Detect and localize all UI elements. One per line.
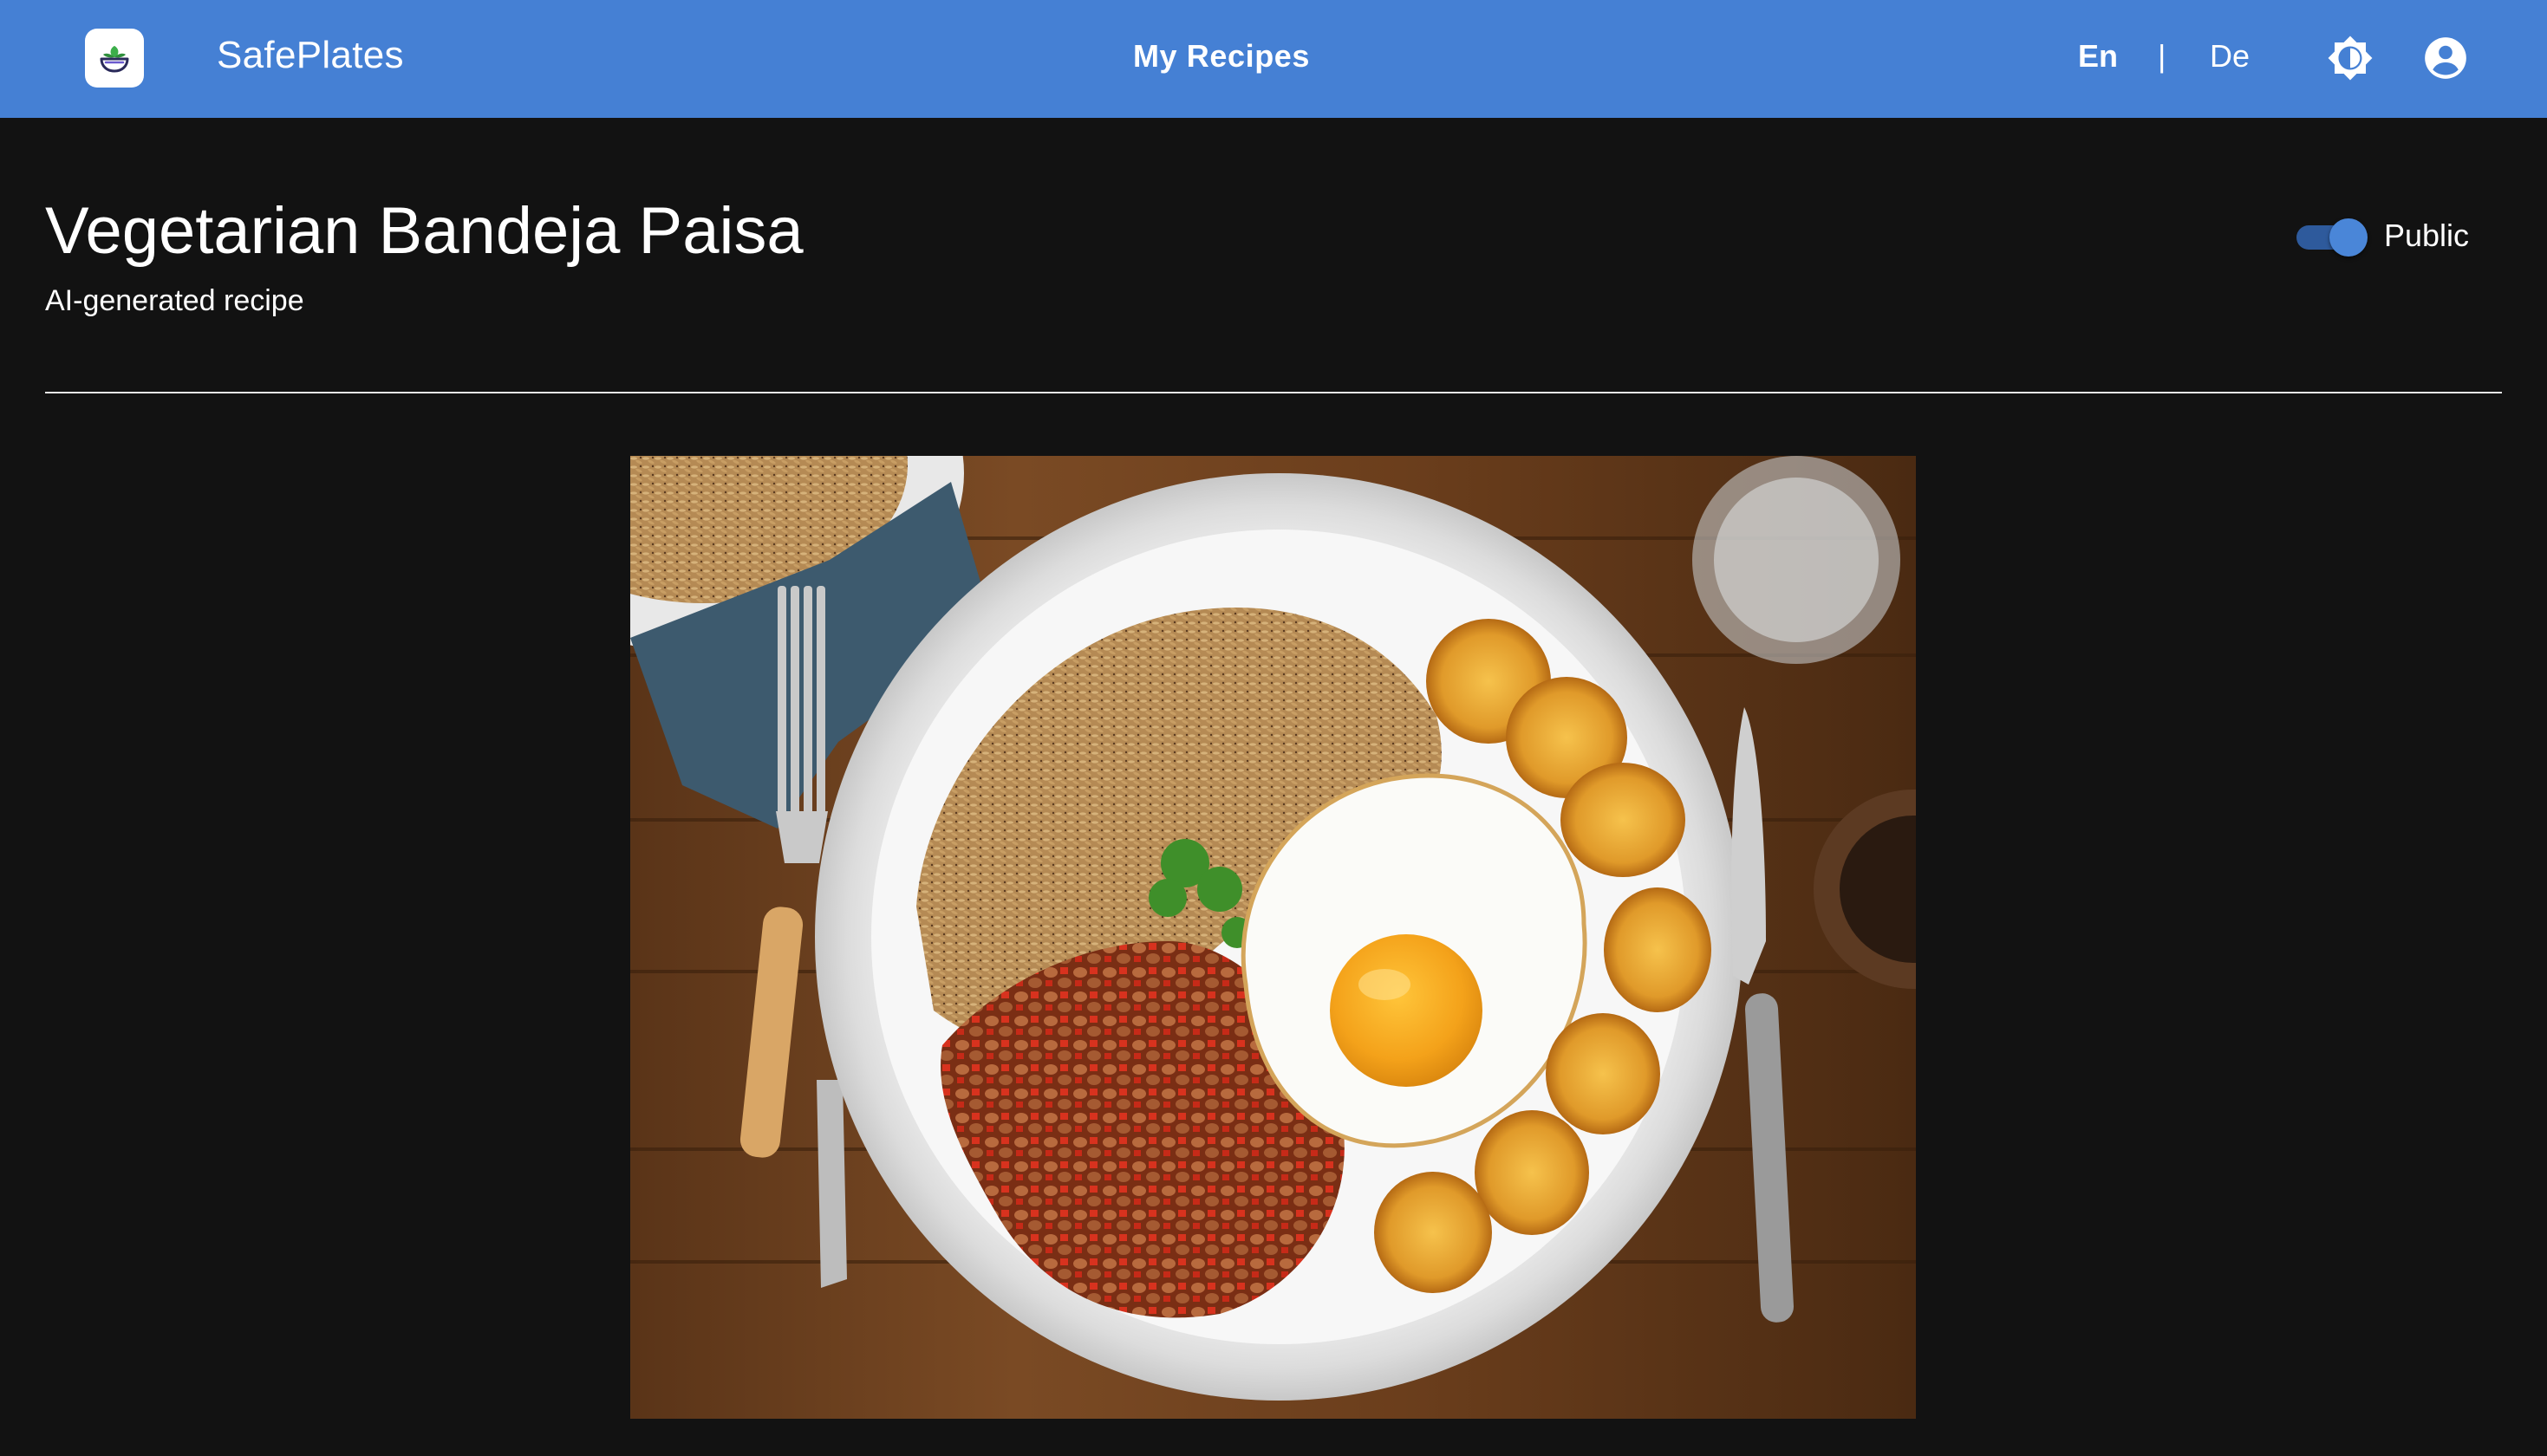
my-recipes-link[interactable]: My Recipes bbox=[0, 37, 2443, 75]
public-visibility-toggle[interactable] bbox=[2295, 217, 2368, 257]
language-separator: | bbox=[2158, 38, 2166, 74]
section-divider bbox=[45, 392, 2502, 393]
brightness-icon bbox=[2328, 36, 2373, 81]
language-de-link[interactable]: De bbox=[2210, 37, 2250, 75]
recipe-title: Vegetarian Bandeja Paisa bbox=[45, 194, 804, 268]
top-app-bar: SafePlates My Recipes En | De bbox=[0, 0, 2547, 118]
toggle-thumb bbox=[2329, 218, 2368, 257]
recipe-subtitle: AI-generated recipe bbox=[45, 284, 304, 317]
language-en-link[interactable]: En bbox=[2078, 37, 2118, 75]
public-visibility-label: Public bbox=[2384, 218, 2470, 253]
account-button[interactable] bbox=[2420, 33, 2471, 83]
account-circle-icon bbox=[2425, 37, 2466, 79]
theme-toggle-button[interactable] bbox=[2325, 33, 2375, 83]
recipe-image bbox=[630, 456, 1916, 1419]
